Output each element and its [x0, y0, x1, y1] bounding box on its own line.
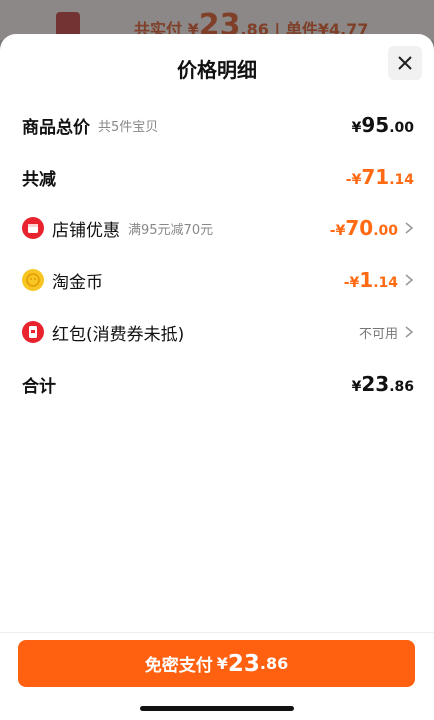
pay-amount-dec: .86 — [259, 654, 289, 673]
sum-amount: ¥23.86 — [351, 372, 414, 396]
tao-coin-label: 淘金币 — [52, 272, 103, 293]
close-button[interactable] — [388, 46, 422, 80]
red-packet-icon — [22, 321, 44, 343]
price-detail-sheet: 价格明细 商品总价 共5件宝贝 ¥95.00 共减 -¥71.14 店铺优惠 满… — [0, 34, 434, 720]
row-shop-discount[interactable]: 店铺优惠 满95元减70元 -¥70.00 — [22, 213, 414, 243]
chevron-right-icon — [405, 274, 414, 286]
shop-discount-amount: -¥70.00 — [329, 216, 398, 240]
row-goods-total: 商品总价 共5件宝贝 ¥95.00 — [22, 110, 414, 140]
chevron-right-icon — [405, 222, 414, 234]
pay-button-label: 免密支付 — [144, 656, 213, 676]
row-sum: 合计 ¥23.86 — [22, 369, 414, 399]
close-icon — [398, 56, 412, 70]
shop-discount-label: 店铺优惠 — [52, 220, 120, 241]
password-free-pay-button[interactable]: 免密支付 ¥23.86 — [18, 640, 415, 687]
goods-total-label: 商品总价 — [22, 117, 90, 138]
sheet-title: 价格明细 — [177, 58, 257, 82]
row-red-packet[interactable]: 红包(消费券未抵) 不可用 — [22, 317, 414, 347]
footer-divider — [0, 632, 434, 633]
red-packet-status: 不可用 — [358, 326, 398, 342]
row-tao-coin[interactable]: 淘金币 -¥1.14 — [22, 265, 414, 295]
goods-total-amount: ¥95.00 — [351, 113, 414, 137]
sum-label: 合计 — [22, 376, 56, 397]
chevron-right-icon — [405, 326, 414, 338]
row-total-reduction: 共减 -¥71.14 — [22, 162, 414, 192]
pay-currency: ¥ — [216, 654, 228, 673]
goods-count: 共5件宝贝 — [98, 119, 159, 135]
shop-discount-rule: 满95元减70元 — [128, 222, 214, 238]
home-indicator — [140, 706, 294, 711]
shop-icon — [22, 217, 44, 239]
red-packet-label: 红包(消费券未抵) — [52, 324, 185, 345]
reduction-amount: -¥71.14 — [345, 165, 414, 189]
tao-coin-amount: -¥1.14 — [343, 268, 398, 292]
coin-icon — [22, 269, 44, 291]
pay-amount-int: 23 — [227, 650, 260, 677]
reduction-label: 共减 — [22, 169, 56, 190]
